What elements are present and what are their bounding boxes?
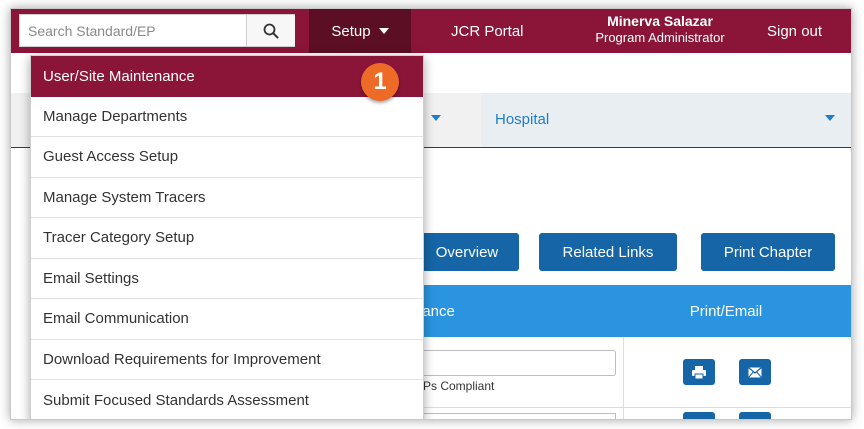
menu-item-email-communication[interactable]: Email Communication: [31, 299, 423, 340]
menu-item-download-requirements[interactable]: Download Requirements for Improvement: [31, 340, 423, 380]
user-role: Program Administrator: [595, 30, 725, 45]
menu-item-label: Tracer Category Setup: [43, 229, 195, 247]
menu-item-guest-access-setup[interactable]: Guest Access Setup: [31, 137, 423, 178]
related-links-button[interactable]: Related Links: [539, 233, 677, 271]
menu-item-label: Email Settings: [43, 269, 139, 287]
compliance-text: EPs Compliant: [415, 379, 495, 393]
overview-label: Overview: [435, 243, 499, 261]
menu-item-label: Email Communication: [43, 310, 189, 328]
search-icon: [263, 23, 279, 38]
chevron-down-icon: [378, 28, 389, 34]
menu-item-email-settings[interactable]: Email Settings: [31, 259, 423, 299]
setup-dropdown-menu: User/Site Maintenance Manage Departments…: [30, 55, 424, 419]
step-number-badge: 1: [361, 63, 399, 101]
printer-icon: [692, 365, 706, 379]
print-button[interactable]: [683, 359, 715, 385]
overview-button[interactable]: Overview: [415, 233, 519, 271]
email-button[interactable]: [739, 412, 771, 419]
menu-item-manage-departments[interactable]: Manage Departments: [31, 97, 423, 137]
menu-item-label: Manage Departments: [43, 107, 188, 125]
chevron-down-icon: [825, 115, 835, 121]
search-input[interactable]: [20, 15, 246, 46]
menu-item-label: Guest Access Setup: [43, 148, 179, 166]
sign-out-label: Sign out: [767, 22, 823, 40]
chevron-down-icon[interactable]: [431, 115, 441, 121]
menu-item-label: User/Site Maintenance: [43, 67, 195, 85]
top-navbar: Setup JCR Portal Minerva Salazar Program…: [11, 9, 851, 53]
menu-item-label: Submit Focused Standards Assessment: [43, 391, 309, 409]
search-button[interactable]: [246, 15, 295, 46]
sign-out-link[interactable]: Sign out: [767, 9, 822, 53]
menu-item-label: Download Requirements for Improvement: [43, 350, 321, 368]
program-value: Hospital: [495, 111, 550, 128]
column-divider: [623, 337, 624, 419]
compliance-progress-box: [415, 413, 616, 419]
menu-item-manage-system-tracers[interactable]: Manage System Tracers: [31, 178, 423, 218]
menu-item-submit-focused-standards[interactable]: Submit Focused Standards Assessment: [31, 380, 423, 419]
print-chapter-label: Print Chapter: [723, 243, 813, 261]
setup-label: Setup: [331, 22, 371, 40]
setup-menu-button[interactable]: Setup: [309, 9, 411, 53]
menu-item-label: Manage System Tracers: [43, 188, 206, 206]
search-box: [19, 14, 295, 47]
print-chapter-button[interactable]: Print Chapter: [701, 233, 835, 271]
user-info[interactable]: Minerva Salazar Program Administrator: [575, 13, 745, 46]
app-window: Setup JCR Portal Minerva Salazar Program…: [10, 8, 852, 420]
jcr-portal-link[interactable]: JCR Portal: [451, 9, 524, 53]
column-header-print-email: Print/Email: [689, 302, 763, 320]
email-button[interactable]: [739, 359, 771, 385]
print-button[interactable]: [683, 412, 715, 419]
envelope-icon: [748, 366, 762, 378]
compliance-progress-box: [415, 350, 616, 376]
jcr-portal-label: JCR Portal: [451, 22, 524, 40]
menu-item-tracer-category-setup[interactable]: Tracer Category Setup: [31, 218, 423, 259]
related-links-label: Related Links: [562, 243, 654, 261]
program-select[interactable]: Hospital: [481, 93, 851, 147]
user-name: Minerva Salazar: [607, 13, 713, 29]
